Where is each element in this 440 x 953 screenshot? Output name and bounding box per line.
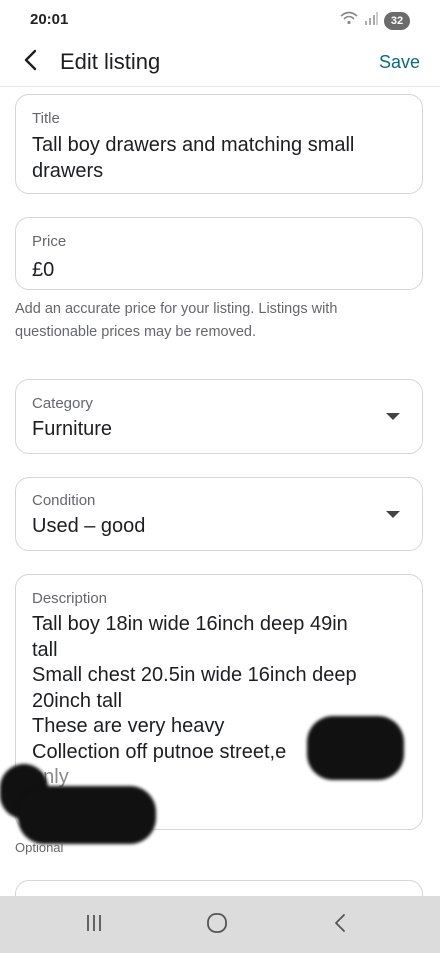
wifi-icon (340, 11, 358, 30)
save-button[interactable]: Save (379, 52, 420, 73)
price-value[interactable]: £0 (32, 257, 54, 283)
helper-line: Add an accurate price for your listing. … (15, 301, 338, 317)
condition-value: Used – good (32, 515, 146, 537)
dropdown-arrow-icon (386, 511, 400, 518)
condition-label: Condition (32, 492, 96, 509)
status-time: 20:01 (30, 11, 69, 28)
system-back-button[interactable] (320, 910, 360, 940)
description-line: Small chest 20.5in wide 16inch deep (32, 664, 357, 686)
signal-icon (364, 11, 378, 30)
chevron-left-icon (23, 49, 37, 76)
price-helper-text: Add an accurate price for your listing. … (15, 298, 425, 344)
category-value: Furniture (32, 418, 113, 440)
price-label: Price (32, 233, 67, 250)
recent-apps-icon (83, 913, 105, 938)
description-line: tall (32, 638, 58, 661)
optional-label: Optional (15, 840, 64, 855)
system-nav-bar (0, 896, 440, 953)
redaction-mark (18, 786, 156, 844)
helper-line: questionable prices may be removed. (15, 324, 256, 340)
status-bar: 20:01 32 (0, 0, 440, 40)
category-label: Category (32, 395, 93, 412)
description-line: Tall boy 18in wide 16inch deep 49in (32, 613, 348, 635)
app-header: Edit listing Save (0, 40, 440, 87)
back-icon (332, 912, 348, 939)
battery-icon: 32 (384, 11, 410, 30)
home-button[interactable] (197, 910, 237, 940)
dropdown-arrow-icon (386, 413, 400, 420)
title-line: Tall boy drawers and matching small (32, 134, 355, 156)
page-title: Edit listing (60, 49, 161, 74)
redaction-mark (307, 716, 404, 780)
recent-apps-button[interactable] (74, 910, 114, 940)
title-field[interactable]: Title Tall boy drawers and matching smal… (15, 94, 423, 194)
back-button[interactable] (14, 46, 46, 78)
category-select[interactable]: Category Furniture (15, 379, 423, 454)
condition-select[interactable]: Condition Used – good (15, 477, 423, 551)
price-field[interactable]: Price £0 (15, 217, 423, 290)
home-icon (205, 912, 229, 939)
status-icons: 32 (340, 11, 410, 30)
description-label: Description (32, 590, 108, 607)
title-value[interactable]: Tall boy drawers and matching small draw… (32, 132, 412, 184)
description-line: 20inch tall (32, 689, 123, 712)
title-line: drawers (32, 160, 104, 182)
title-label: Title (32, 110, 60, 127)
